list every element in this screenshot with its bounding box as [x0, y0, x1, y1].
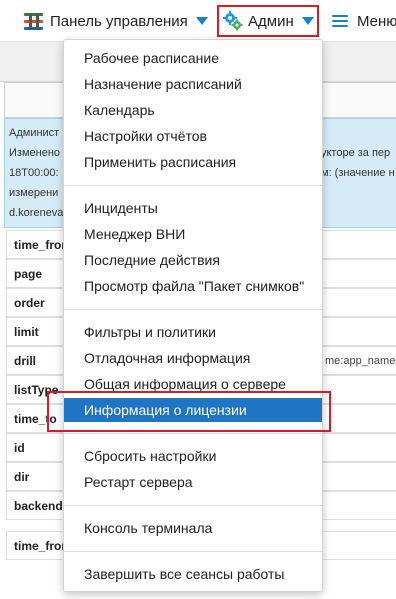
chevron-down-icon: [195, 17, 208, 25]
table-key: id: [14, 441, 25, 455]
menu-separator: [64, 309, 322, 310]
table-key: order: [14, 296, 45, 310]
info-line-2-right: укторе за пер: [321, 147, 391, 159]
table-value: me:app_name: [325, 355, 396, 367]
menu-item-report-settings[interactable]: Настройки отчётов: [64, 124, 322, 148]
top-navigation-bar: Панель управления Админ Меню: [0, 0, 396, 42]
menu-item-calendar[interactable]: Календарь: [64, 98, 322, 122]
hamburger-icon: [332, 15, 348, 27]
info-line-3: 18T00:00:: [9, 167, 59, 179]
admin-label: Админ: [248, 12, 294, 30]
menu-item-schedule-assignment[interactable]: Назначение расписаний: [64, 72, 322, 96]
menu-item-end-all-sessions[interactable]: Завершить все сеансы работы: [64, 562, 322, 586]
highlight-box: [47, 391, 331, 432]
info-line-5: d.koreneva: [9, 207, 64, 219]
menu-item-terminal-console[interactable]: Консоль терминала: [64, 516, 322, 540]
menu-item-apply-schedules[interactable]: Применить расписания: [64, 150, 322, 174]
menu-item-vni-manager[interactable]: Менеджер ВНИ: [64, 222, 322, 246]
menu-item-recent-actions[interactable]: Последние действия: [64, 248, 322, 272]
table-key: backend: [14, 499, 63, 513]
admin-dropdown-menu: Рабочее расписание Назначение расписаний…: [63, 39, 323, 592]
table-key: dir: [14, 470, 30, 484]
info-line-2: Изменено: [9, 147, 61, 159]
table-key: page: [14, 267, 43, 281]
info-line-3-right: м: (значение н: [321, 167, 395, 179]
admin-menu[interactable]: Админ: [217, 5, 319, 37]
info-line-4: измерени: [9, 187, 59, 199]
menu-separator: [64, 551, 322, 552]
chevron-down-icon: [301, 17, 314, 25]
table-key: drill: [14, 354, 37, 368]
main-menu-label: Меню: [357, 12, 396, 30]
control-panel-icon: [24, 12, 43, 30]
menu-item-reset-settings[interactable]: Сбросить настройки: [64, 444, 322, 468]
menu-item-debug-info[interactable]: Отладочная информация: [64, 346, 322, 370]
menu-item-restart-server[interactable]: Рестарт сервера: [64, 470, 322, 494]
menu-separator: [64, 505, 322, 506]
control-panel-label: Панель управления: [50, 12, 188, 30]
menu-item-snapshot-file-viewer[interactable]: Просмотр файла "Пакет снимков": [64, 274, 322, 298]
menu-item-incidents[interactable]: Инциденты: [64, 196, 322, 220]
menu-item-filters-policies[interactable]: Фильтры и политики: [64, 320, 322, 344]
menu-item-work-schedule[interactable]: Рабочее расписание: [64, 46, 322, 70]
menu-separator: [64, 433, 322, 434]
info-line-1: Админист: [9, 127, 60, 139]
main-menu[interactable]: Меню: [332, 0, 396, 42]
gears-icon: [223, 11, 243, 31]
table-key: limit: [14, 325, 39, 339]
control-panel-menu[interactable]: Панель управления: [24, 0, 208, 42]
menu-separator: [64, 185, 322, 186]
